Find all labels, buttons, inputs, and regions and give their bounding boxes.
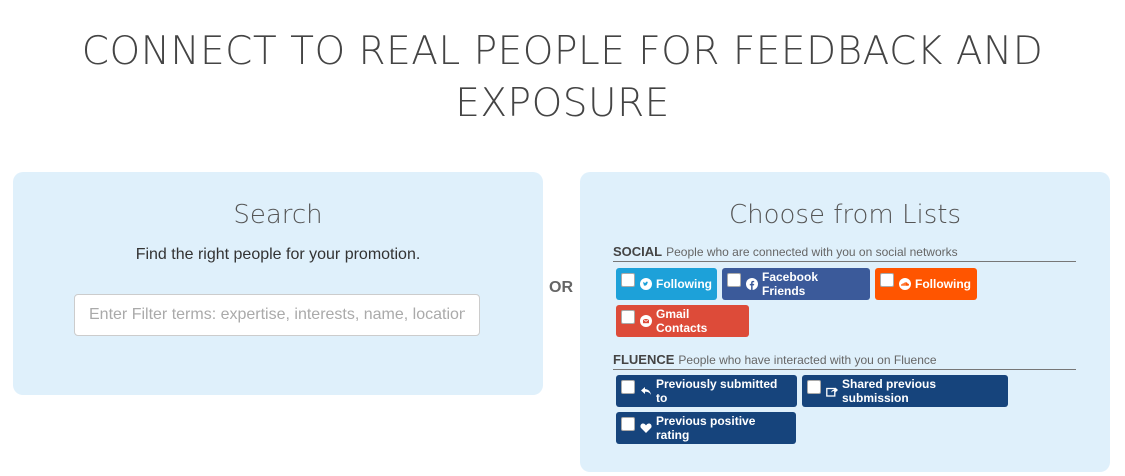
lists-title: Choose from Lists [728, 200, 962, 230]
previously-submitted-button[interactable]: Previously submitted to [616, 375, 797, 407]
reply-icon [640, 385, 652, 397]
lists-panel: Choose from Lists SOCIAL People who are c… [580, 172, 1110, 472]
headline-line-2: EXPOSURE [455, 81, 670, 126]
shared-previous-submission-checkbox[interactable] [807, 380, 821, 394]
page-headline: CONNECT TO REAL PEOPLE FOR FEEDBACK AND … [0, 26, 1125, 130]
facebook-friends-label: Facebook Friends [762, 270, 819, 298]
gmail-contacts-label: Gmail Contacts [656, 307, 708, 335]
fluence-section-name: FLUENCE [613, 352, 675, 367]
gmail-contacts-checkbox[interactable] [621, 310, 635, 324]
twitter-following-button[interactable]: Following [616, 268, 717, 300]
share-icon [826, 385, 838, 397]
soundcloud-icon [899, 278, 911, 290]
social-section-description: People who are connected with you on soc… [666, 245, 958, 259]
soundcloud-following-checkbox[interactable] [880, 273, 894, 287]
soundcloud-following-label: Following [915, 277, 971, 291]
twitter-following-label: Following [656, 277, 712, 291]
previous-positive-rating-checkbox[interactable] [621, 417, 635, 431]
social-section-name: SOCIAL [613, 244, 663, 259]
headline-line-1: CONNECT TO REAL PEOPLE FOR FEEDBACK AND [81, 29, 1044, 74]
search-title: Search [233, 200, 323, 230]
previously-submitted-label: Previously submitted to [656, 377, 778, 405]
fluence-section-description: People who have interacted with you on F… [678, 353, 937, 367]
facebook-icon [746, 278, 758, 290]
previous-positive-rating-button[interactable]: Previous positive rating [616, 412, 796, 444]
previously-submitted-checkbox[interactable] [621, 380, 635, 394]
search-panel: Search Find the right people for your pr… [13, 172, 543, 395]
shared-previous-submission-button[interactable]: Shared previous submission [802, 375, 1008, 407]
previous-positive-rating-label: Previous positive rating [656, 414, 756, 442]
facebook-friends-checkbox[interactable] [727, 273, 741, 287]
twitter-icon [640, 278, 652, 290]
twitter-following-checkbox[interactable] [621, 273, 635, 287]
or-label: OR [549, 279, 573, 296]
search-input[interactable] [74, 294, 480, 336]
heart-icon [640, 422, 652, 434]
shared-previous-submission-label: Shared previous submission [842, 377, 937, 405]
soundcloud-following-button[interactable]: Following [875, 268, 977, 300]
social-section-header: SOCIAL People who are connected with you … [613, 244, 1076, 262]
gmail-icon [640, 315, 652, 327]
facebook-friends-button[interactable]: Facebook Friends [722, 268, 870, 300]
fluence-section-header: FLUENCE People who have interacted with y… [613, 352, 1076, 370]
gmail-contacts-button[interactable]: Gmail Contacts [616, 305, 749, 337]
search-subtitle: Find the right people for your promotion… [135, 246, 421, 263]
